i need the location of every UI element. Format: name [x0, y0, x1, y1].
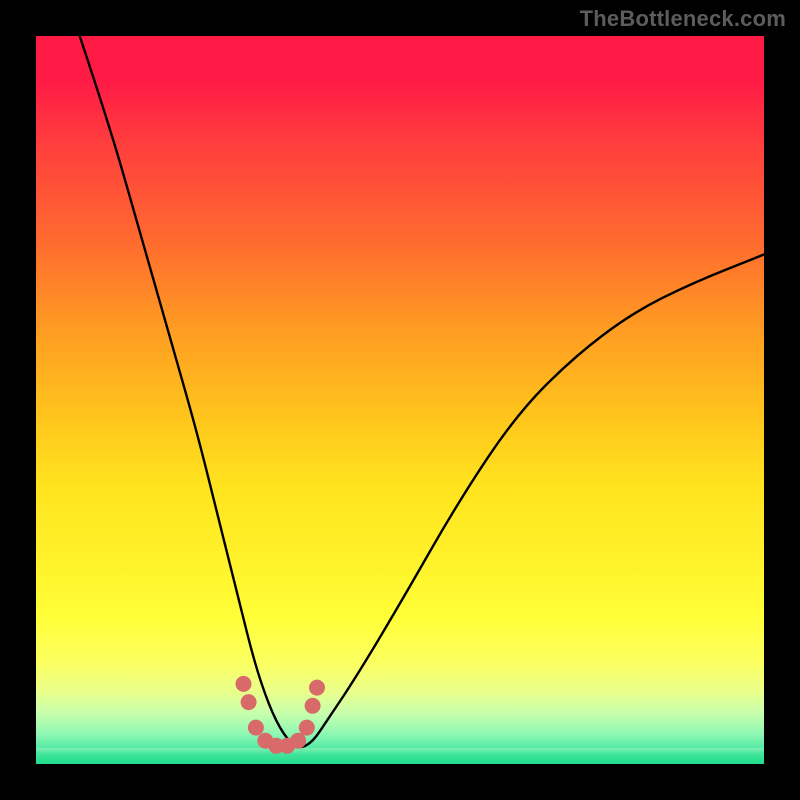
optimal-marker: [290, 733, 306, 749]
optimal-marker: [299, 720, 315, 736]
optimal-marker: [309, 680, 325, 696]
optimal-marker: [236, 676, 252, 692]
optimal-marker: [241, 694, 257, 710]
watermark-text: TheBottleneck.com: [580, 6, 786, 32]
optimal-marker: [305, 698, 321, 714]
optimal-marker: [248, 720, 264, 736]
chart-frame: TheBottleneck.com: [0, 0, 800, 800]
plot-area: [36, 36, 764, 764]
bottleneck-curve-svg: [36, 36, 764, 764]
bottleneck-curve: [80, 36, 764, 747]
